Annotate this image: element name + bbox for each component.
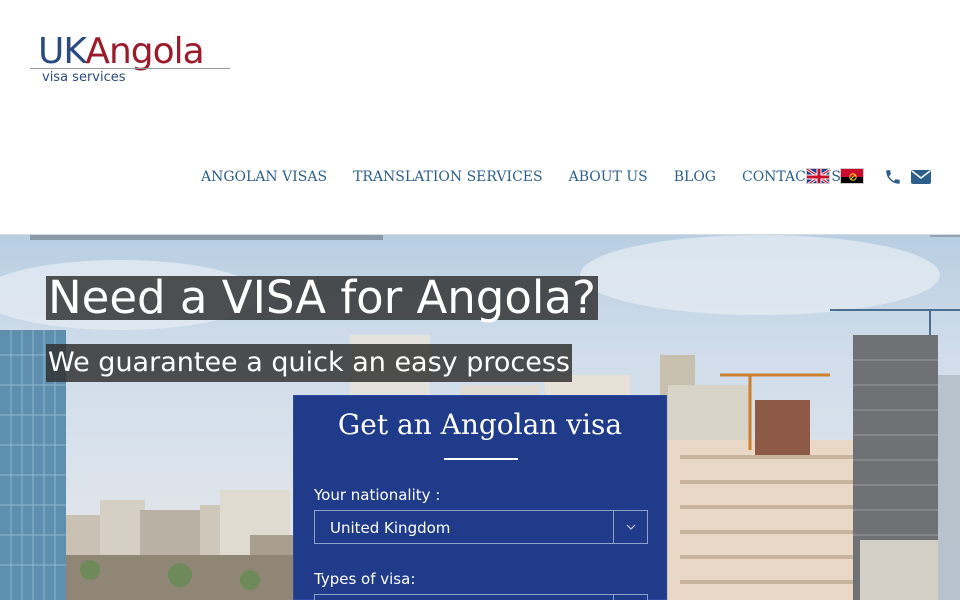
nav-item-about-us[interactable]: ABOUT US xyxy=(569,169,648,185)
site-logo[interactable]: UKAngola visa services xyxy=(30,30,235,90)
hero-subtitle-box: We guarantee a quick an easy process xyxy=(46,344,572,382)
logo-angola-text: Angola xyxy=(85,31,204,72)
angola-flag-icon[interactable] xyxy=(840,168,864,184)
nav-item-translation-services[interactable]: TRANSLATION SERVICES xyxy=(353,169,543,185)
visa-type-label: Types of visa: xyxy=(314,570,416,588)
chevron-down-icon[interactable] xyxy=(613,595,647,600)
hero-subtitle: We guarantee a quick an easy process xyxy=(48,347,570,378)
envelope-icon[interactable] xyxy=(911,168,931,186)
visa-form-panel: Get an Angolan visa Your nationality : U… xyxy=(293,395,667,600)
uk-flag-icon[interactable] xyxy=(806,168,830,184)
form-title-divider xyxy=(444,458,518,460)
slider-progress-bar xyxy=(30,235,383,240)
site-header: UKAngola visa services ANGOLAN VISAS TRA… xyxy=(0,0,960,235)
main-nav: ANGOLAN VISAS TRANSLATION SERVICES ABOUT… xyxy=(201,166,867,188)
hero-title-box: Need a VISA for Angola? xyxy=(46,271,598,324)
slider-progress-track xyxy=(930,235,960,237)
nav-item-blog[interactable]: BLOG xyxy=(674,169,716,185)
hero-title: Need a VISA for Angola? xyxy=(48,271,596,324)
nav-item-angolan-visas[interactable]: ANGOLAN VISAS xyxy=(201,169,327,185)
logo-tagline: visa services xyxy=(42,70,126,85)
visa-form-title: Get an Angolan visa xyxy=(337,408,623,441)
nationality-select[interactable]: United Kingdom xyxy=(314,510,648,544)
logo-uk-text: UK xyxy=(38,31,86,72)
phone-icon[interactable] xyxy=(883,168,903,186)
chevron-down-icon[interactable] xyxy=(613,511,647,543)
nationality-select-value: United Kingdom xyxy=(330,519,451,537)
visa-type-select[interactable] xyxy=(314,594,648,600)
logo-underline xyxy=(30,68,230,69)
nationality-label: Your nationality : xyxy=(314,486,441,504)
